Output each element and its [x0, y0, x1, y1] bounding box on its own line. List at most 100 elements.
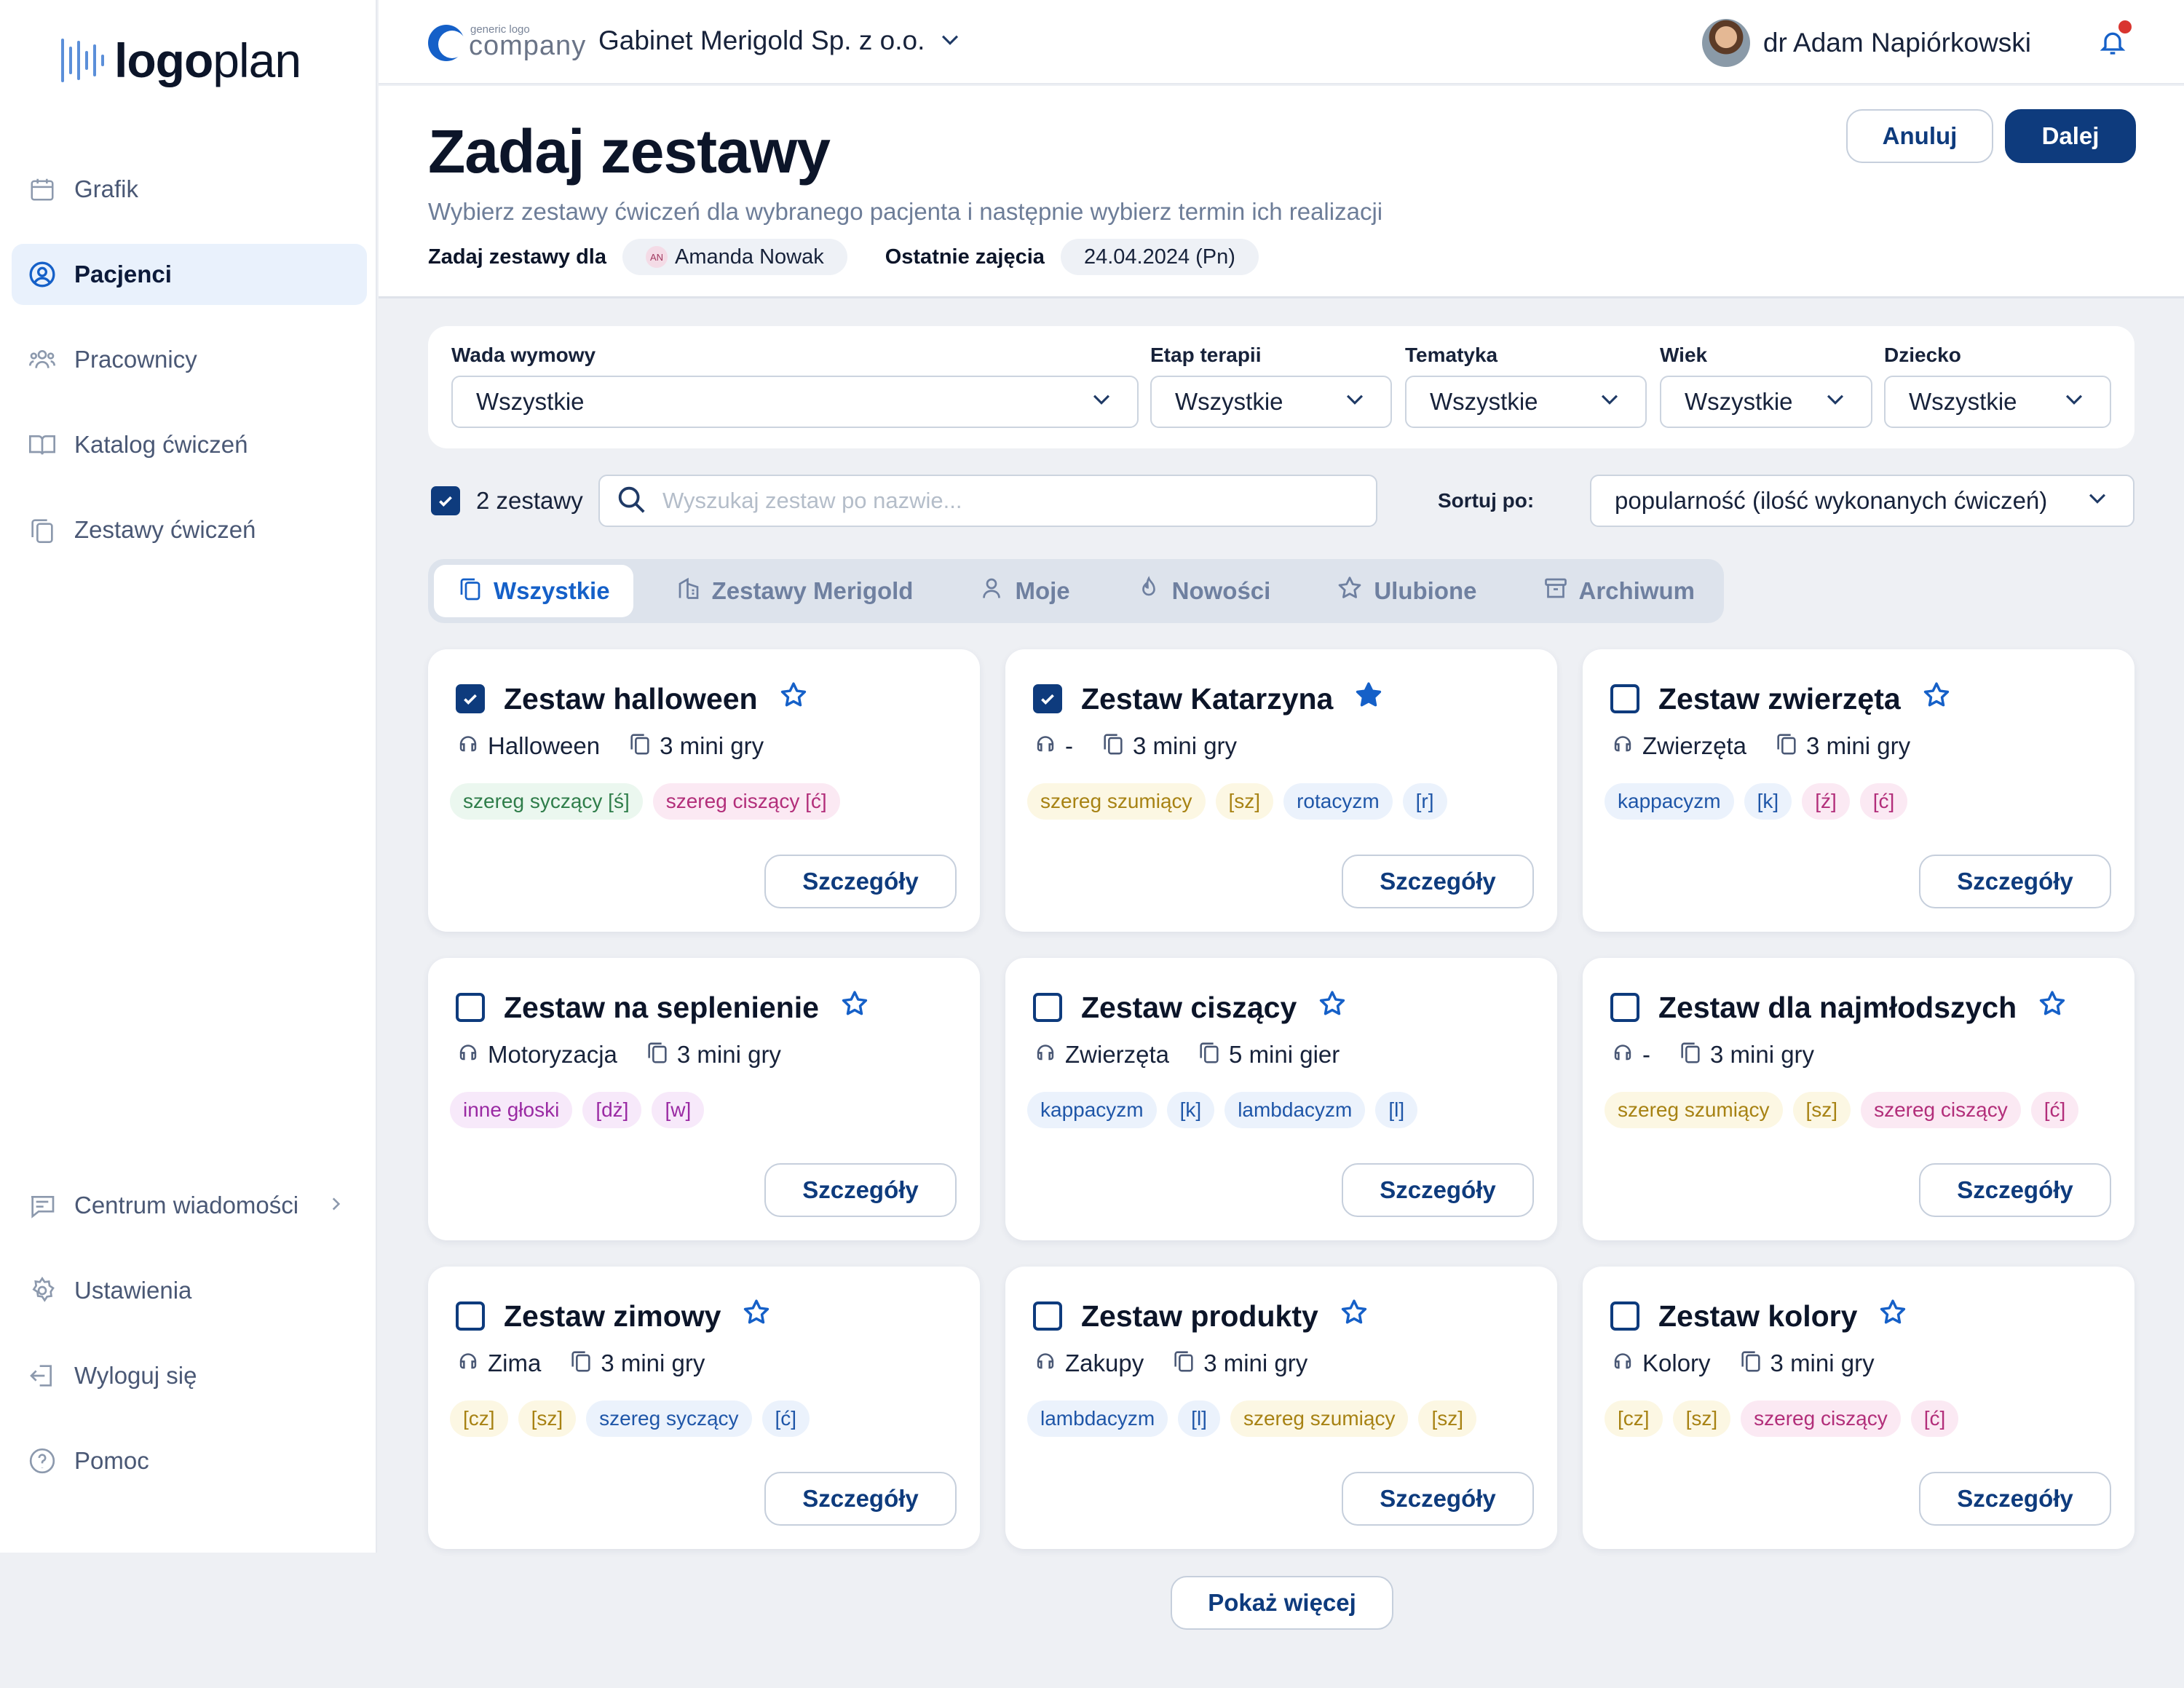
details-button[interactable]: Szczegóły: [1919, 855, 2111, 908]
star-icon[interactable]: [1353, 680, 1384, 718]
details-button[interactable]: Szczegóły: [1342, 1472, 1534, 1526]
tab-label: Nowości: [1171, 577, 1271, 604]
set-title: Zestaw na seplenienie: [504, 990, 819, 1024]
set-checkbox[interactable]: [456, 1301, 485, 1331]
set-checkbox[interactable]: [1033, 684, 1062, 713]
next-button[interactable]: Dalej: [2005, 109, 2136, 163]
star-icon[interactable]: [1878, 1297, 1908, 1335]
chevron-down-icon: [938, 27, 962, 55]
set-theme-text: Zima: [488, 1350, 542, 1376]
filter-label: Dziecko: [1884, 344, 1961, 366]
headphones-icon: [1033, 1348, 1058, 1379]
tag: [ć]: [1910, 1400, 1959, 1437]
details-button[interactable]: Szczegóły: [764, 855, 957, 908]
details-button[interactable]: Szczegóły: [764, 1472, 957, 1526]
topic-select[interactable]: Wszystkie: [1405, 376, 1647, 428]
star-icon[interactable]: [741, 1297, 772, 1335]
tab-favorites[interactable]: Ulubione: [1313, 565, 1500, 617]
filter-label: Wada wymowy: [451, 344, 596, 366]
app-logo[interactable]: logoplan: [61, 33, 301, 87]
copy-icon: [1101, 731, 1125, 761]
set-games-text: 5 mini gier: [1229, 1041, 1340, 1068]
star-icon[interactable]: [1339, 1297, 1369, 1335]
details-button[interactable]: Szczegóły: [1919, 1472, 2111, 1526]
details-button[interactable]: Szczegóły: [764, 1163, 957, 1217]
show-more-button[interactable]: Pokaż więcej: [1171, 1576, 1393, 1630]
sidebar-item-zestawy[interactable]: Zestawy ćwiczeń: [12, 499, 367, 560]
cancel-button[interactable]: Anuluj: [1846, 109, 1993, 163]
main-nav: Grafik Pacjenci Pracownicy Katalog ćwicz…: [12, 159, 367, 585]
therapy-stage-select[interactable]: Wszystkie: [1150, 376, 1392, 428]
set-theme-text: -: [1642, 1041, 1650, 1068]
sidebar-item-help[interactable]: Pomoc: [12, 1430, 367, 1491]
details-button[interactable]: Szczegóły: [1342, 1163, 1534, 1217]
set-title: Zestaw dla najmłodszych: [1658, 990, 2017, 1024]
star-icon[interactable]: [1317, 988, 1348, 1026]
set-title-row: Zestaw halloween: [456, 680, 809, 718]
set-checkbox[interactable]: [1033, 1301, 1062, 1331]
sidebar-item-messages[interactable]: Centrum wiadomości: [12, 1175, 367, 1236]
filters-panel: Wada wymowy Wszystkie Etap terapii Wszys…: [428, 326, 2134, 448]
set-card: Zestaw zwierzęta Zwierzęta 3 mini gry kappa…: [1583, 649, 2134, 932]
tag: [k]: [1166, 1092, 1215, 1128]
sidebar-item-settings[interactable]: Ustawienia: [12, 1260, 367, 1321]
copy-icon: [1678, 1039, 1703, 1070]
help-icon: [28, 1446, 57, 1475]
gear-icon: [28, 1276, 57, 1305]
tab-mine[interactable]: Moje: [955, 565, 1093, 617]
tab-archive[interactable]: Archiwum: [1519, 565, 1719, 617]
sidebar-item-grafik[interactable]: Grafik: [12, 159, 367, 220]
star-icon[interactable]: [1921, 680, 1952, 718]
logout-icon: [28, 1361, 57, 1390]
tab-all[interactable]: Wszystkie: [434, 565, 633, 617]
sidebar-item-pracownicy[interactable]: Pracownicy: [12, 329, 367, 390]
set-checkbox[interactable]: [456, 993, 485, 1022]
set-tags: szereg szumiący [sz] rotacyzm [r]: [1027, 783, 1447, 820]
details-button[interactable]: Szczegóły: [1919, 1163, 2111, 1217]
sort-select[interactable]: popularność (ilość wykonanych ćwiczeń): [1590, 475, 2134, 527]
notifications-button[interactable]: [2098, 20, 2132, 60]
copy-icon: [628, 731, 652, 761]
headphones-icon: [1610, 1039, 1635, 1070]
set-games-text: 3 mini gry: [1770, 1350, 1875, 1376]
sidebar-item-label: Pracownicy: [74, 346, 197, 373]
select-all[interactable]: 2 zestawy: [431, 486, 583, 515]
set-checkbox[interactable]: [1033, 993, 1062, 1022]
tag: [dż]: [582, 1092, 642, 1128]
star-icon[interactable]: [778, 680, 809, 718]
set-games: 3 mini gry: [645, 1039, 781, 1070]
headphones-icon: [456, 731, 480, 761]
set-checkbox[interactable]: [1610, 684, 1639, 713]
sidebar-item-pacjenci[interactable]: Pacjenci: [12, 244, 367, 305]
details-button[interactable]: Szczegóły: [1342, 855, 1534, 908]
tag: szereg szumiący: [1027, 783, 1206, 820]
company-switcher[interactable]: generic logo company Gabinet Merigold Sp…: [428, 20, 962, 61]
search-icon: [614, 483, 648, 520]
child-select[interactable]: Wszystkie: [1884, 376, 2111, 428]
chevron-down-icon: [1089, 387, 1114, 417]
filter-label: Etap terapii: [1150, 344, 1262, 366]
tab-merigold[interactable]: Zestawy Merigold: [652, 565, 937, 617]
set-card: Zestaw dla najmłodszych - 3 mini gry szereg…: [1583, 958, 2134, 1240]
set-checkbox[interactable]: [1610, 1301, 1639, 1331]
search-input[interactable]: [662, 488, 1361, 514]
tab-new[interactable]: Nowości: [1112, 565, 1294, 617]
select-all-checkbox[interactable]: [431, 486, 460, 515]
speech-defect-select[interactable]: Wszystkie: [451, 376, 1139, 428]
set-games-text: 3 mini gry: [660, 732, 764, 759]
age-select[interactable]: Wszystkie: [1660, 376, 1872, 428]
set-checkbox[interactable]: [456, 684, 485, 713]
star-icon[interactable]: [2037, 988, 2068, 1026]
set-games: 3 mini gry: [1171, 1348, 1307, 1379]
tag: rotacyzm: [1283, 783, 1393, 820]
star-icon[interactable]: [839, 988, 870, 1026]
sidebar-item-katalog[interactable]: Katalog ćwiczeń: [12, 414, 367, 475]
set-checkbox[interactable]: [1610, 993, 1639, 1022]
set-title-row: Zestaw zimowy: [456, 1297, 772, 1335]
sidebar-item-logout[interactable]: Wyloguj się: [12, 1345, 367, 1406]
user-menu[interactable]: dr Adam Napiórkowski: [1701, 19, 2031, 67]
user-icon: [978, 575, 1005, 607]
set-tabs: Wszystkie Zestawy Merigold Moje Nowości …: [428, 559, 1725, 623]
search-box[interactable]: [598, 475, 1377, 527]
patient-chip[interactable]: AN Amanda Nowak: [622, 239, 847, 275]
